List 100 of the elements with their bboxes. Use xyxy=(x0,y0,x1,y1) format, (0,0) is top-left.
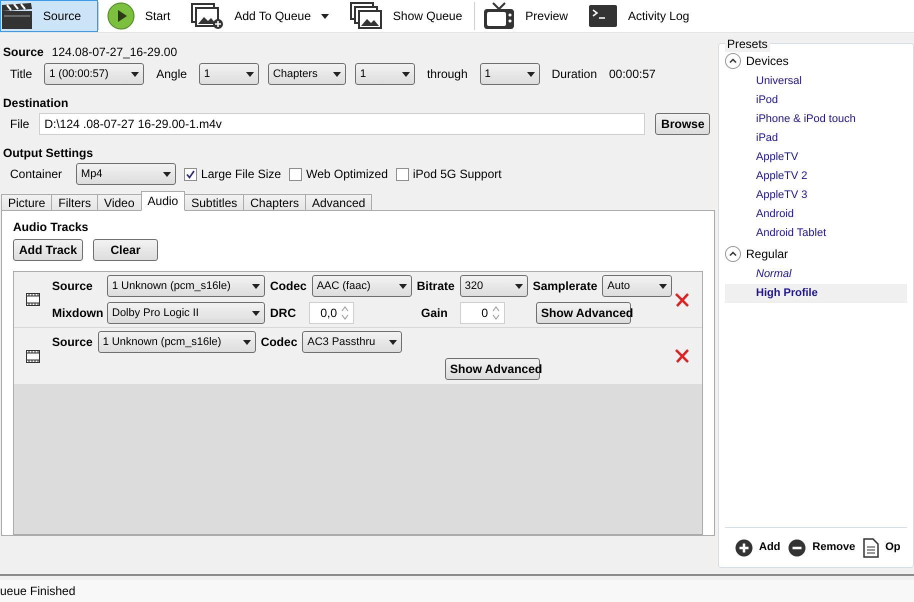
section-heading: Output Settings xyxy=(3,145,93,161)
caret-icon xyxy=(131,72,140,76)
preset-item[interactable]: AppleTV xyxy=(725,148,907,167)
field-label: File xyxy=(10,116,30,132)
toolbar-button[interactable]: Show Queue xyxy=(340,0,474,32)
tab[interactable]: Picture xyxy=(1,194,52,211)
source-dropdown[interactable]: 1 Unknown (pcm_s16le) xyxy=(107,275,265,297)
clapperboard-icon xyxy=(1,2,33,30)
preset-item[interactable]: AppleTV 3 xyxy=(725,186,907,205)
section-heading: Source xyxy=(3,44,44,60)
tab[interactable]: Filters xyxy=(51,194,98,211)
field-label: DRC xyxy=(270,305,297,321)
caret-icon xyxy=(242,340,251,344)
source-name: 124.08-07-27_16-29.00 xyxy=(52,44,178,60)
duration-value: 00:00:57 xyxy=(609,66,656,82)
delete-icon[interactable] xyxy=(674,348,690,364)
tab[interactable]: Subtitles xyxy=(184,194,244,211)
checkbox[interactable] xyxy=(289,168,302,180)
preset-group-label: Regular xyxy=(746,246,788,262)
caret-icon xyxy=(526,72,535,76)
checkbox[interactable] xyxy=(396,168,409,180)
clear-button[interactable]: Clear xyxy=(93,239,158,261)
document-icon xyxy=(863,538,880,558)
toolbar-button[interactable]: Start xyxy=(99,0,182,32)
tab[interactable]: Audio xyxy=(140,191,186,211)
field-label: Gain xyxy=(421,305,449,321)
preset-item[interactable]: Android xyxy=(725,205,907,224)
caret-icon xyxy=(163,172,172,176)
tab[interactable]: Chapters xyxy=(243,194,306,211)
caret-icon xyxy=(332,72,341,76)
add-track-button[interactable]: Add Track xyxy=(13,239,83,261)
toolbar-button[interactable]: Source xyxy=(0,0,98,32)
angle-dropdown[interactable]: 1 xyxy=(198,63,259,85)
caret-icon xyxy=(398,284,407,288)
mixdown-dropdown[interactable]: Dolby Pro Logic II xyxy=(107,302,265,324)
field-label: Mixdown xyxy=(52,305,102,321)
section-heading: Destination xyxy=(3,95,68,111)
field-label: Source xyxy=(52,278,94,294)
checkbox-label: Large File Size xyxy=(201,166,282,182)
show-advanced-button[interactable]: Show Advanced xyxy=(536,302,631,324)
preset-item[interactable]: iPhone & iPod touch xyxy=(725,110,907,129)
toolbar-button[interactable]: Activity Log xyxy=(580,0,702,32)
drc-spinner[interactable]: 0,0 xyxy=(309,302,354,324)
toolbar-button[interactable]: Preview xyxy=(475,0,580,32)
field-label: Title xyxy=(10,66,32,82)
start-chapter-dropdown[interactable]: 1 xyxy=(354,63,415,85)
field-label: Codec xyxy=(260,334,298,350)
caret-icon xyxy=(402,72,410,76)
collapse-icon[interactable] xyxy=(725,246,741,262)
toolbar-button[interactable]: Add To Queue xyxy=(182,0,341,32)
checkbox[interactable] xyxy=(184,168,198,180)
checkbox-label: iPod 5G Support xyxy=(412,166,502,182)
container-dropdown[interactable]: Mp4 xyxy=(76,163,176,185)
file-path-field[interactable]: D:\124 .08-07-27 16-29.00-1.m4v xyxy=(39,113,646,135)
section-heading: Audio Tracks xyxy=(13,219,90,235)
show-advanced-button[interactable]: Show Advanced xyxy=(445,358,540,380)
caret-icon xyxy=(252,284,260,288)
source-dropdown[interactable]: 1 Unknown (pcm_s16le) xyxy=(98,331,256,353)
tab[interactable]: Video xyxy=(97,194,142,211)
preset-item[interactable]: Android Tablet xyxy=(725,224,907,243)
samplerate-dropdown[interactable]: Auto xyxy=(602,275,672,297)
gain-spinner[interactable]: 0 xyxy=(460,302,505,324)
minus-circle-icon xyxy=(788,538,806,556)
preset-action-button[interactable]: Remove xyxy=(788,538,856,556)
spinner-arrows-icon[interactable] xyxy=(492,305,500,321)
field-label: Codec xyxy=(270,278,307,294)
preset-group-label: Devices xyxy=(746,53,789,69)
field-label: Container xyxy=(10,166,62,182)
field-label: through xyxy=(426,66,468,82)
caret-icon xyxy=(389,340,398,344)
terminal-icon xyxy=(588,4,618,28)
play-icon xyxy=(107,2,136,30)
preset-item[interactable]: Universal xyxy=(725,72,907,91)
caret-icon xyxy=(514,284,523,288)
preset-action-button[interactable]: Op xyxy=(863,538,900,558)
spinner-arrows-icon[interactable] xyxy=(341,305,349,321)
tab[interactable]: Advanced xyxy=(304,194,372,211)
checkbox-label: Web Optimized xyxy=(306,166,388,182)
codec-dropdown[interactable]: AAC (faac) xyxy=(312,275,412,297)
preset-item[interactable]: High Profile xyxy=(725,284,907,303)
preset-item[interactable]: AppleTV 2 xyxy=(725,167,907,186)
preset-item[interactable]: Normal xyxy=(725,265,907,284)
end-chapter-dropdown[interactable]: 1 xyxy=(480,63,540,85)
collapse-icon[interactable] xyxy=(725,53,741,69)
delete-icon[interactable] xyxy=(674,292,690,308)
caret-icon xyxy=(659,284,668,288)
field-label: Bitrate xyxy=(416,278,455,294)
caret-icon xyxy=(252,310,260,316)
range-mode-dropdown[interactable]: Chapters xyxy=(268,63,346,85)
preset-action-button[interactable]: Add xyxy=(735,538,780,556)
status-bar: ueue Finished xyxy=(0,580,914,602)
field-label: Duration xyxy=(552,66,597,82)
preset-item[interactable]: iPad xyxy=(725,129,907,148)
title-dropdown[interactable]: 1 (00:00:57) xyxy=(44,63,144,85)
field-label: Angle xyxy=(156,66,187,82)
preset-item[interactable]: iPod xyxy=(725,91,907,110)
codec-dropdown[interactable]: AC3 Passthru xyxy=(302,331,402,353)
caret-icon xyxy=(246,72,254,76)
browse-button[interactable]: Browse xyxy=(655,113,710,135)
bitrate-dropdown[interactable]: 320 xyxy=(460,275,528,297)
